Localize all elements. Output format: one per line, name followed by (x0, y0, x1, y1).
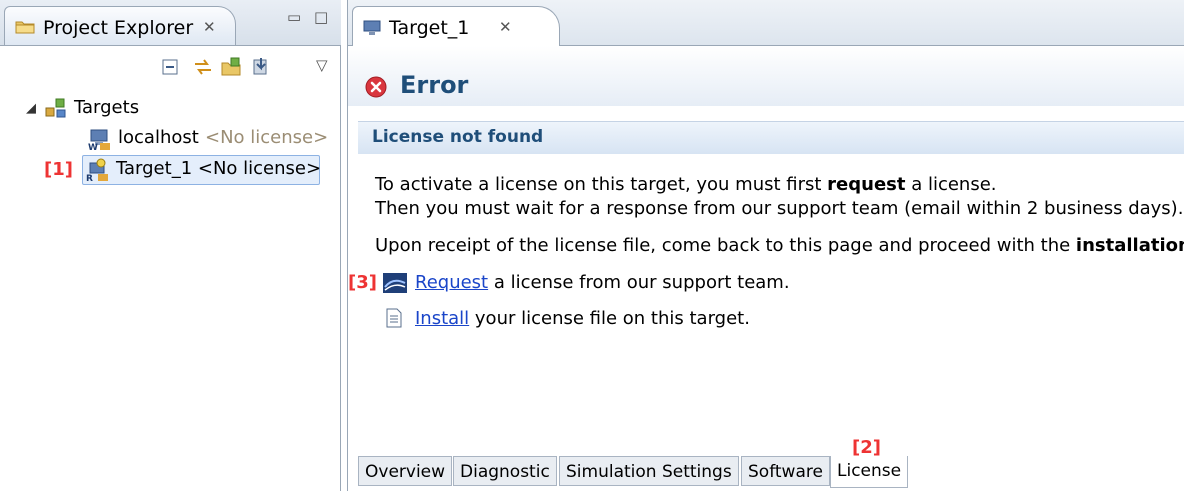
header-title: Error (400, 71, 469, 99)
close-tab-icon[interactable]: ✕ (499, 18, 512, 36)
realtime-target-icon: R (86, 158, 108, 182)
maximize-view-icon[interactable]: □ (314, 8, 328, 26)
tab-diagnostic[interactable]: Diagnostic (453, 456, 557, 486)
tree-item-label: Targets (74, 97, 140, 118)
tree-item-label: Target_1 <No license> (116, 158, 322, 179)
tab-label: Project Explorer (43, 17, 194, 39)
install-license-link[interactable]: Install (415, 308, 469, 329)
minimize-view-icon[interactable]: ▭ (287, 8, 301, 26)
close-tab-icon[interactable]: ✕ (203, 18, 216, 36)
folder-icon (15, 21, 35, 34)
link-with-editor-icon[interactable] (192, 56, 214, 78)
text-span: a license from our support team. (488, 272, 790, 293)
annotation-marker-1: [1] (44, 159, 73, 180)
collapse-all-icon[interactable] (160, 56, 182, 78)
tab-label: Target_1 (389, 17, 470, 39)
windows-host-icon: W (88, 129, 110, 151)
paragraph-wait: Then you must wait for a response from o… (375, 198, 1184, 219)
paragraph-activate: To activate a license on this target, yo… (375, 173, 997, 197)
editor-header: Error (348, 46, 1184, 106)
section-title: License not found (372, 127, 544, 147)
section-header[interactable]: License not found (358, 121, 1184, 154)
request-license-link[interactable]: Request (415, 272, 488, 293)
tab-software[interactable]: Software (741, 456, 830, 486)
editor-tabbar: Target_1 ✕ (348, 0, 1184, 46)
request-row: Request a license from our support team. (415, 271, 790, 295)
targets-network-icon (45, 98, 66, 118)
text-bold: installation (1075, 235, 1184, 256)
view-menu-icon[interactable]: ▽ (316, 56, 328, 74)
text-bold: request (827, 174, 906, 195)
annotation-marker-3: [3] (348, 272, 377, 293)
license-section: License not found To activate a license … (348, 121, 1184, 491)
project-explorer-tabbar: Project Explorer ✕ ▭ □ (0, 0, 341, 46)
monitor-icon (363, 20, 381, 35)
expand-arrow-icon[interactable]: ◢ (26, 95, 36, 123)
install-row: Install your license file on this target… (415, 307, 750, 331)
license-status-text: <No license> (205, 127, 329, 148)
text-span: Upon receipt of the license file, come b… (375, 235, 1076, 256)
tab-simulation-settings[interactable]: Simulation Settings (559, 456, 739, 486)
text-span: your license file on this target. (469, 308, 750, 329)
paragraph-installation: Upon receipt of the license file, come b… (375, 234, 1184, 258)
support-team-icon (383, 273, 407, 293)
svg-text:W: W (88, 143, 98, 151)
document-icon (386, 308, 402, 328)
tab-overview[interactable]: Overview (358, 456, 453, 486)
text-span: a license. (905, 174, 997, 195)
add-target-icon[interactable] (220, 56, 242, 78)
project-explorer-pane: Project Explorer ✕ ▭ □ ▽ ◢ Targets W loc… (0, 0, 341, 491)
import-icon[interactable] (250, 56, 272, 78)
error-icon (365, 76, 387, 98)
tab-license[interactable]: License (830, 456, 909, 488)
tab-target-1[interactable]: Target_1 ✕ (352, 6, 560, 46)
tab-project-explorer[interactable]: Project Explorer ✕ (4, 6, 236, 45)
target-editor-pane: Target_1 ✕ Error License not found To ac… (347, 0, 1184, 491)
text-span: To activate a license on this target, yo… (375, 174, 828, 195)
svg-text:R: R (86, 174, 93, 182)
tree-item-label: localhost (118, 127, 199, 148)
